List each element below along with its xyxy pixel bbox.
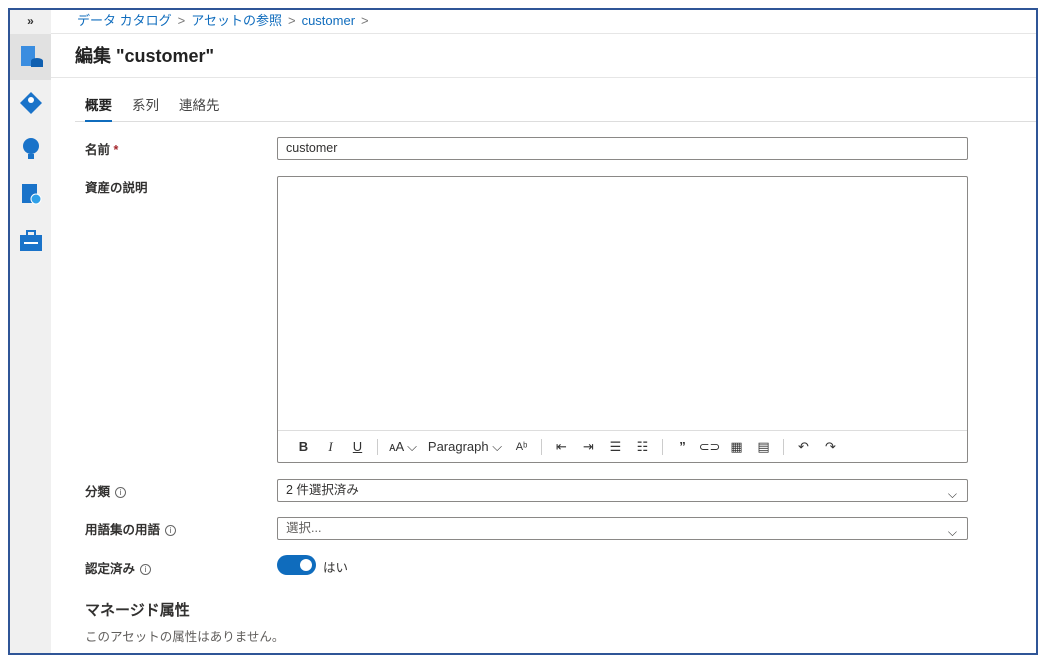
breadcrumb: データ カタログ > アセットの参照 > customer >: [51, 10, 1036, 34]
certified-value: はい: [323, 561, 349, 575]
link-icon[interactable]: ⊂⊃: [696, 439, 723, 455]
divider: [662, 438, 663, 455]
redo-icon[interactable]: ↷: [817, 439, 844, 455]
quote-icon[interactable]: ”: [669, 439, 696, 454]
numbered-list-icon[interactable]: ☷: [629, 439, 656, 455]
chevron-right-icon: >: [287, 13, 296, 28]
breadcrumb-browse-assets[interactable]: アセットの参照: [191, 13, 282, 28]
outdent-icon[interactable]: ⇤: [548, 439, 575, 455]
managed-attributes-heading: マネージド属性: [85, 602, 190, 619]
classification-dropdown[interactable]: 2 件選択済み ⌵: [277, 479, 968, 502]
bold-icon[interactable]: B: [290, 439, 317, 454]
paragraph-dropdown[interactable]: Paragraph ⌵: [422, 439, 508, 455]
insert-table-icon[interactable]: ▦: [723, 439, 750, 455]
description-editor[interactable]: B I U ᴀA ⌵ Paragraph ⌵ Aᵇ ⇤ ⇥ ☰ ☷ ” ⊂⊃ ▦…: [277, 176, 968, 463]
managed-attributes-empty: このアセットの属性はありません。: [85, 630, 285, 644]
chevron-down-icon: ⌵: [947, 487, 957, 501]
name-input[interactable]: customer: [277, 137, 968, 160]
sidebar-item-management[interactable]: [10, 218, 51, 264]
sidebar-item-data-map[interactable]: [10, 80, 51, 126]
underline-icon[interactable]: U: [344, 439, 371, 454]
sidebar-item-insights[interactable]: [10, 126, 51, 172]
chevron-right-icon: >: [177, 13, 186, 28]
indent-icon[interactable]: ⇥: [575, 439, 602, 455]
tab-overview[interactable]: 概要: [85, 94, 112, 122]
chevron-right-icon: >: [361, 13, 369, 28]
clear-format-icon[interactable]: Aᵇ: [508, 441, 535, 453]
name-label: 名前 *: [85, 143, 119, 157]
breadcrumb-customer[interactable]: customer: [302, 13, 355, 28]
bullet-list-icon[interactable]: ☰: [602, 439, 629, 455]
page-title: 編集 "customer": [51, 34, 1036, 78]
editor-toolbar: B I U ᴀA ⌵ Paragraph ⌵ Aᵇ ⇤ ⇥ ☰ ☷ ” ⊂⊃ ▦…: [278, 430, 967, 462]
sidebar-item-policy[interactable]: [10, 172, 51, 218]
certified-toggle[interactable]: [277, 555, 316, 575]
certified-label: 認定済み i: [85, 558, 152, 577]
main-content: データ カタログ > アセットの参照 > customer > 編集 "customer"…: [51, 10, 1036, 653]
expand-sidebar-button[interactable]: »: [10, 10, 51, 34]
italic-icon[interactable]: I: [317, 439, 344, 455]
data-map-icon: [19, 92, 42, 114]
info-icon[interactable]: i: [140, 564, 152, 575]
classification-label: 分類 i: [85, 481, 127, 500]
toolbox-icon: [19, 230, 42, 251]
glossary-dropdown[interactable]: 選択... ⌵: [277, 517, 968, 540]
undo-icon[interactable]: ↶: [790, 439, 817, 455]
divider: [541, 438, 542, 455]
sidebar-item-data-catalog[interactable]: [10, 34, 51, 80]
tab-contacts[interactable]: 連絡先: [179, 94, 220, 122]
breadcrumb-data-catalog[interactable]: データ カタログ: [77, 13, 172, 28]
sidebar: »: [10, 10, 51, 653]
edit-table-icon[interactable]: ▤: [750, 439, 777, 455]
description-label: 資産の説明: [85, 181, 148, 195]
data-catalog-icon: [20, 46, 43, 67]
info-icon[interactable]: i: [115, 487, 127, 498]
tab-lineage[interactable]: 系列: [132, 94, 159, 122]
glossary-label: 用語集の用語 i: [85, 519, 177, 538]
certificate-icon: [21, 184, 41, 205]
divider: [377, 438, 378, 455]
lightbulb-icon: [22, 138, 39, 159]
info-icon[interactable]: i: [165, 525, 177, 536]
tab-bar: 概要 系列 連絡先: [75, 94, 1036, 122]
chevron-down-icon: ⌵: [947, 525, 957, 539]
font-size-icon[interactable]: ᴀA ⌵: [384, 439, 422, 455]
app-window: » データ カタログ > アセットの参照 > customer > 編集 "custome…: [8, 8, 1038, 655]
divider: [783, 438, 784, 455]
